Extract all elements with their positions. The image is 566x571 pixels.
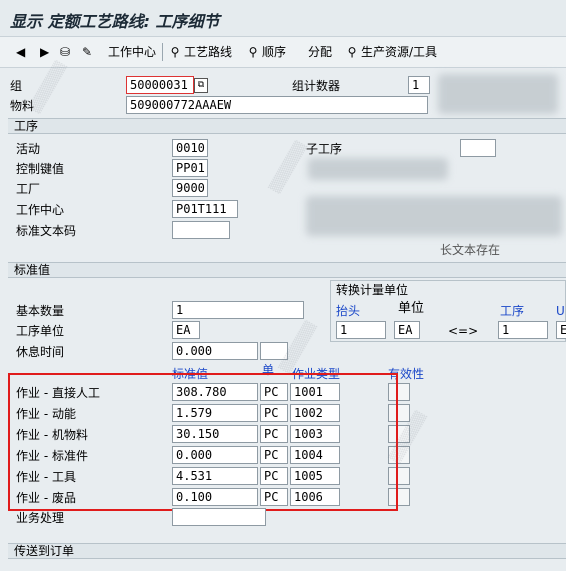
std-text-key-field[interactable] [172, 221, 230, 239]
person-icon: ⚲ [170, 45, 180, 59]
conversion-header-field[interactable]: 1 [336, 321, 386, 339]
prt-button[interactable]: ⚲ 生产资源/工具 [345, 43, 437, 61]
person-icon: ⚲ [248, 45, 258, 59]
work-center-button-label: 工作中心 [108, 45, 157, 59]
activity-field[interactable]: 0010 [172, 139, 208, 157]
conversion-unit-field[interactable]: EA [394, 321, 420, 339]
sequence-button[interactable]: ⚲ 顺序 [246, 43, 286, 61]
sequence-button-label: 顺序 [262, 45, 287, 59]
business-process-field[interactable] [172, 508, 266, 526]
base-qty-label: 基本数量 [16, 304, 65, 318]
routing-button[interactable]: ⚲ 工艺路线 [168, 43, 232, 61]
op-unit-label: 工序单位 [16, 324, 65, 338]
hierarchy-icon[interactable]: ⛁ [60, 43, 70, 61]
break-time-unit-field[interactable] [260, 342, 288, 360]
group-field[interactable]: 50000031 [126, 76, 194, 94]
conversion-title: 转换计量单位 [336, 283, 409, 297]
work-center-label: 工作中心 [16, 203, 65, 217]
allocation-button[interactable]: 分配 [308, 43, 332, 61]
conversion-cut-field[interactable]: E [556, 321, 566, 339]
break-time-label: 休息时间 [16, 345, 65, 359]
work-center-button[interactable]: 工作中心 [108, 43, 156, 61]
business-process-label: 业务处理 [16, 511, 65, 525]
material-field[interactable]: 509000772AAAEW [126, 96, 428, 114]
control-key-label: 控制键值 [16, 162, 65, 176]
toolbar-separator [162, 43, 163, 61]
transfer-section-header: 传送到订单 [8, 543, 566, 559]
blurred-area [306, 196, 562, 236]
previous-icon[interactable]: ◀ [16, 43, 25, 61]
material-label: 物料 [10, 99, 35, 113]
group-label: 组 [10, 79, 23, 93]
edit-icon[interactable]: ✎ [82, 43, 92, 61]
group-counter-label: 组计数器 [292, 79, 341, 93]
routing-button-label: 工艺路线 [184, 45, 233, 59]
red-highlight-box [8, 373, 398, 511]
operation-section-header: 工序 [8, 118, 566, 134]
blurred-area [438, 74, 558, 114]
allocation-button-label: 分配 [308, 45, 333, 59]
work-center-field[interactable]: P01T111 [172, 200, 238, 218]
group-counter-field[interactable]: 1 [408, 76, 430, 94]
activity-label: 活动 [16, 142, 41, 156]
suboperation-field[interactable] [460, 139, 496, 157]
watermark: ▒▒▒▒▒▒ [267, 139, 308, 195]
window-title: 显示 定额工艺路线: 工序细节 [10, 12, 220, 31]
next-icon[interactable]: ▶ [40, 43, 49, 61]
title-bar: 显示 定额工艺路线: 工序细节 [0, 0, 566, 37]
op-unit-field[interactable]: EA [172, 321, 200, 339]
suboperation-label: 子工序 [306, 142, 343, 156]
conversion-operation-field[interactable]: 1 [498, 321, 548, 339]
standard-values-section-header: 标准值 [8, 262, 566, 278]
copy-icon[interactable]: ⧉ [194, 78, 208, 93]
long-text-note: 长文本存在 [440, 243, 501, 257]
plant-field[interactable]: 9000 [172, 179, 208, 197]
prt-button-label: 生产资源/工具 [361, 45, 438, 59]
conversion-arrow: <=> [448, 324, 479, 338]
application-toolbar: ◀ ▶ ⛁ ✎ 工作中心 ⚲ 工艺路线 ⚲ 顺序 分配 ⚲ 生产资源/工具 [0, 37, 566, 68]
std-text-key-label: 标准文本码 [16, 224, 77, 238]
plant-label: 工厂 [16, 182, 41, 196]
conversion-unit-label: 单位 [398, 301, 425, 316]
blurred-area [308, 158, 448, 180]
person-icon: ⚲ [347, 45, 357, 59]
conversion-header-label: 抬头 [336, 304, 361, 318]
conversion-operation-label: 工序 [500, 304, 525, 318]
base-qty-field[interactable]: 1 [172, 301, 304, 319]
control-key-field[interactable]: PP01 [172, 159, 208, 177]
break-time-field[interactable]: 0.000 [172, 342, 258, 360]
conversion-cut-label: U [556, 304, 565, 318]
